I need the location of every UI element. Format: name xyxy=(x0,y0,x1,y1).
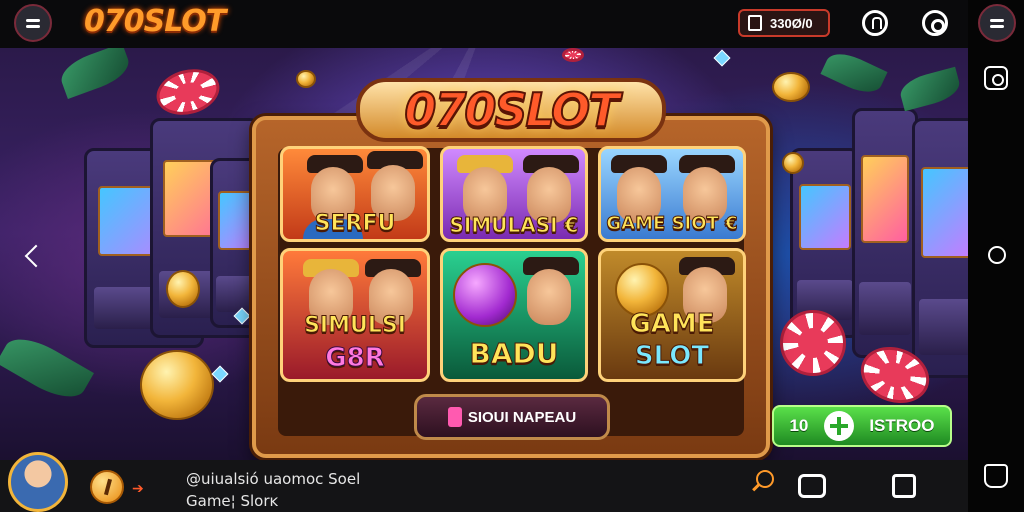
start-button[interactable]: 10 ISTROO xyxy=(772,405,952,447)
tile-label: BADU xyxy=(469,337,559,371)
tile-label-line2: SLOT xyxy=(634,341,710,372)
leaf-decoration xyxy=(56,48,134,99)
coin-decoration xyxy=(782,152,804,174)
camera-icon[interactable] xyxy=(984,66,1008,90)
sidebar-menu-button[interactable] xyxy=(978,4,1016,42)
home-icon[interactable] xyxy=(892,474,916,498)
start-button-left-label: 10 xyxy=(789,416,809,435)
avatar[interactable] xyxy=(8,452,68,512)
balance-value: 330Ø/0 xyxy=(770,15,813,31)
home-circle-icon[interactable] xyxy=(988,246,1006,264)
coin-decoration xyxy=(140,350,214,420)
game-tile-serfu[interactable]: SERFU xyxy=(280,146,430,242)
coin-decoration xyxy=(772,72,810,102)
game-logo-text: 070SLOT xyxy=(403,82,620,138)
game-logo: 070SLOT xyxy=(356,78,666,142)
bottom-text-line2: Game¦ Slorĸ xyxy=(186,492,279,510)
leaf-decoration xyxy=(820,48,888,100)
arrow-icon: ➔ xyxy=(132,480,144,496)
chip-decoration xyxy=(780,310,846,376)
game-tile-game-siot[interactable]: GAME SIOT € xyxy=(598,146,746,242)
brand-logo: 070SLOT xyxy=(84,4,226,39)
leaf-decoration xyxy=(897,66,963,112)
chip-decoration xyxy=(151,62,225,122)
coin-decoration xyxy=(166,270,200,308)
controller-icon[interactable] xyxy=(984,464,1008,488)
search-icon[interactable] xyxy=(756,470,774,488)
plus-icon xyxy=(823,411,854,441)
gem-decoration xyxy=(211,365,229,383)
coin-decoration xyxy=(296,70,316,88)
tile-label: SERFU xyxy=(314,211,396,237)
game-tile-game-slot[interactable]: GAME SLOT xyxy=(598,248,746,382)
system-sidebar xyxy=(968,0,1024,512)
slot-machine xyxy=(912,118,968,378)
balance-badge[interactable]: 330Ø/0 xyxy=(738,9,830,37)
tile-label: GAME SIOT € xyxy=(606,213,738,235)
tile-label-line1: SIMULSI xyxy=(304,313,407,339)
gift-icon[interactable] xyxy=(862,10,888,36)
slot-machine xyxy=(852,108,918,358)
tile-label-line2: G8R xyxy=(325,343,385,374)
game-tile-badu[interactable]: BADU xyxy=(440,248,588,382)
tile-label: SIMULASI € xyxy=(449,213,579,238)
center-action-label: SIOUI NAPEAU xyxy=(467,408,577,426)
bonus-coin-icon xyxy=(453,263,517,327)
coin-button[interactable] xyxy=(90,470,124,504)
game-tile-simulsi-g8r[interactable]: SIMULSI G8R xyxy=(280,248,430,382)
start-button-right-label: ISTROO xyxy=(869,416,935,435)
bottom-text-line1: @uiualsió uaomoc Soel xyxy=(186,470,361,488)
top-bar: 070SLOT 330Ø/0 xyxy=(0,0,968,48)
chat-icon[interactable] xyxy=(798,474,826,498)
menu-button[interactable] xyxy=(14,4,52,42)
slot-machine xyxy=(790,148,860,338)
wallet-icon xyxy=(748,15,762,31)
ticket-icon xyxy=(447,407,462,427)
center-action-button[interactable]: SIOUI NAPEAU xyxy=(414,394,610,440)
settings-icon[interactable] xyxy=(922,10,948,36)
previous-arrow-icon[interactable] xyxy=(24,244,48,268)
game-tile-simulasi[interactable]: SIMULASI € xyxy=(440,146,588,242)
tile-label-line1: GAME xyxy=(629,309,715,340)
leaf-decoration xyxy=(0,328,94,408)
chip-decoration xyxy=(562,48,584,62)
